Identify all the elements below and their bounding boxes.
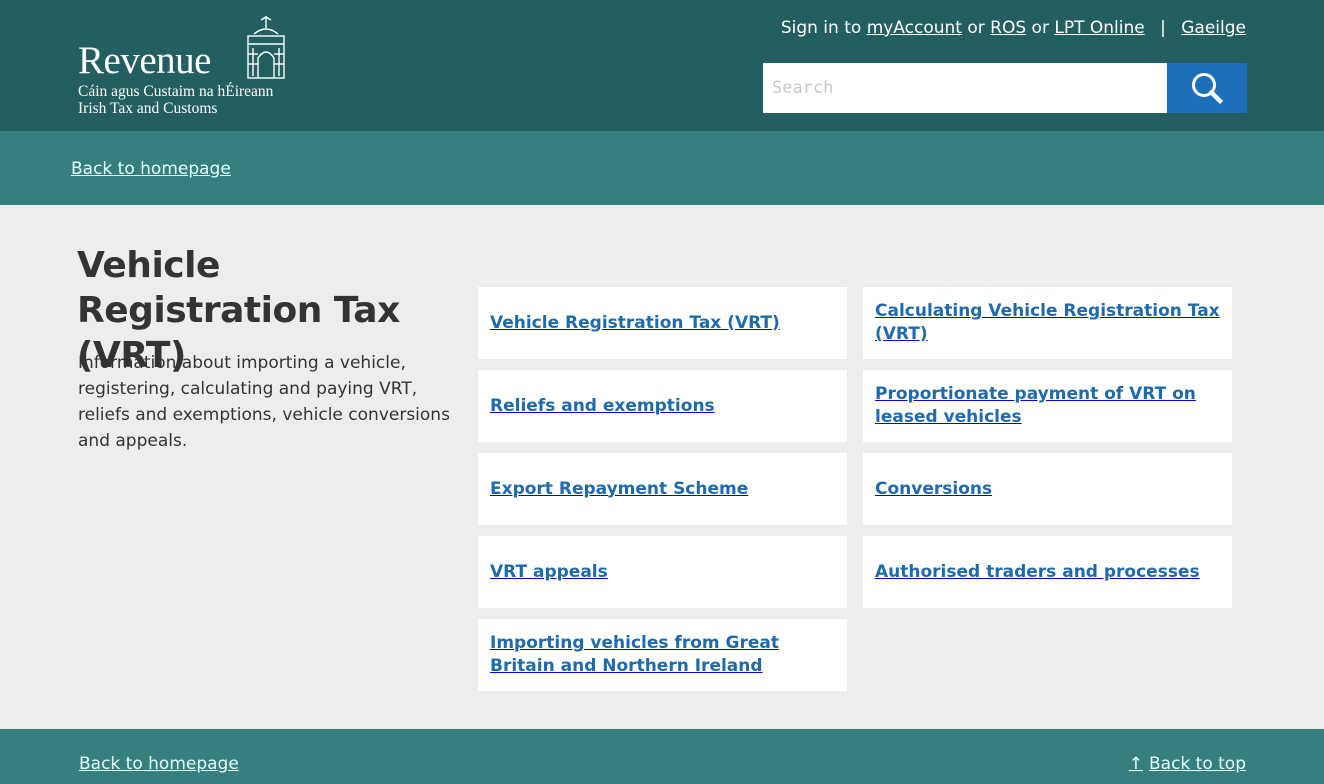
back-to-homepage-link[interactable]: Back to homepage xyxy=(71,159,231,179)
search-icon xyxy=(1192,73,1224,105)
logo-subtitle-irish: Cáin agus Custaim na hÉireann xyxy=(78,83,274,100)
topic-card-label: Conversions xyxy=(875,478,993,499)
search-form xyxy=(763,63,1247,113)
topic-card[interactable]: Vehicle Registration Tax (VRT) xyxy=(478,287,847,359)
signin-separator: | xyxy=(1160,18,1166,38)
topic-card-label: Authorised traders and processes xyxy=(875,561,1200,582)
topic-card[interactable]: Export Repayment Scheme xyxy=(478,453,847,525)
signin-bar: Sign in to myAccount or ROS or LPT Onlin… xyxy=(781,18,1246,38)
topic-card-label: Proportionate payment of VRT on leased v… xyxy=(875,384,1196,427)
search-input[interactable] xyxy=(763,63,1167,113)
page-footer-bar: Back to homepage ↑ Back to top xyxy=(0,729,1324,784)
revenue-logo[interactable]: Revenue Cáin agus Custaim na hÉireann Ir… xyxy=(78,14,290,118)
logo-subtitle-english: Irish Tax and Customs xyxy=(78,100,218,117)
topic-card-label: Vehicle Registration Tax (VRT) xyxy=(490,312,780,333)
topic-card[interactable]: Reliefs and exemptions xyxy=(478,370,847,442)
arrow-up-icon: ↑ xyxy=(1128,754,1143,774)
breadcrumb-bar: Back to homepage xyxy=(0,131,1324,205)
lpt-online-link[interactable]: LPT Online xyxy=(1054,18,1144,38)
search-button[interactable] xyxy=(1167,63,1247,113)
signin-or-text: or xyxy=(967,18,985,38)
ros-link[interactable]: ROS xyxy=(990,18,1026,38)
signin-or-text: or xyxy=(1031,18,1049,38)
topic-card-label: VRT appeals xyxy=(490,561,608,582)
topic-card-label: Calculating Vehicle Registration Tax (VR… xyxy=(875,301,1220,344)
page-description: Information about importing a vehicle, r… xyxy=(78,353,450,451)
logo-wordmark: Revenue xyxy=(78,39,211,82)
topic-card[interactable]: VRT appeals xyxy=(478,536,847,608)
topic-card[interactable]: Authorised traders and processes xyxy=(863,536,1232,608)
myaccount-link[interactable]: myAccount xyxy=(867,18,962,38)
topic-card-label: Export Repayment Scheme xyxy=(490,478,749,499)
custom-house-arch-icon xyxy=(247,16,285,79)
gaeilge-language-link[interactable]: Gaeilge xyxy=(1181,18,1246,38)
signin-prefix: Sign in to xyxy=(780,18,862,38)
topic-card-label: Reliefs and exemptions xyxy=(490,395,715,416)
footer-back-to-homepage-link[interactable]: Back to homepage xyxy=(79,754,239,774)
topic-card[interactable]: Calculating Vehicle Registration Tax (VR… xyxy=(863,287,1232,359)
back-to-top-label: Back to top xyxy=(1148,754,1246,774)
topic-card[interactable]: Proportionate payment of VRT on leased v… xyxy=(863,370,1232,442)
topic-card-label: Importing vehicles from Great Britain an… xyxy=(490,633,779,676)
site-header: Revenue Cáin agus Custaim na hÉireann Ir… xyxy=(0,0,1324,131)
back-to-top-link[interactable]: ↑ Back to top xyxy=(1129,754,1246,774)
topic-card[interactable]: Importing vehicles from Great Britain an… xyxy=(478,619,847,691)
topic-card[interactable]: Conversions xyxy=(863,453,1232,525)
